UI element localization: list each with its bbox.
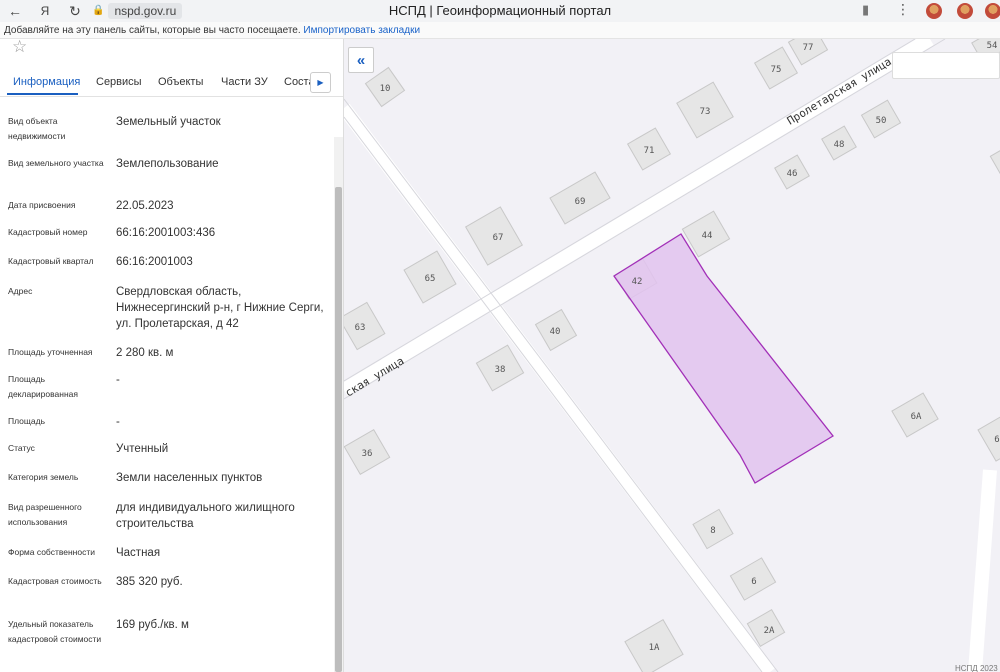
building-number: 38 — [495, 365, 506, 375]
building-number: 54 — [987, 41, 998, 51]
url-text[interactable]: nspd.gov.ru — [108, 2, 183, 19]
property-value: 169 руб./кв. м — [116, 619, 189, 631]
scrollbar-thumb[interactable] — [335, 187, 342, 672]
building-number: 75 — [771, 65, 782, 75]
address-bar[interactable]: 🔒 nspd.gov.ru — [92, 1, 872, 20]
building-number: 50 — [876, 116, 887, 126]
building-number: 6 — [994, 435, 999, 445]
property-value: 66:16:2001003 — [116, 256, 193, 268]
road-east — [968, 469, 997, 672]
building-number: 6А — [911, 412, 922, 422]
property-value: - — [116, 374, 120, 386]
property-label: Кадастровый квартал — [8, 256, 94, 266]
property-label: Форма собственности — [8, 547, 95, 557]
property-label: Удельный показатель кадастровой стоимост… — [8, 619, 102, 644]
extension-icon[interactable] — [926, 3, 942, 19]
building-number: 65 — [425, 274, 436, 284]
tab-objects[interactable]: Объекты — [158, 76, 203, 88]
building-number: 1А — [649, 643, 660, 653]
tab-bar: Информация Сервисы Объекты Части ЗУ Сост… — [0, 71, 343, 97]
active-tab-indicator — [7, 93, 78, 95]
map-canvas[interactable]: 10 77 75 73 54 50 48 71 46 69 67 44 65 4… — [344, 39, 1000, 672]
property-label: Площадь уточненная — [8, 347, 93, 357]
building-number: 6 — [751, 577, 756, 587]
building-number: 40 — [550, 327, 561, 337]
property-value: Земли населенных пунктов — [116, 472, 263, 484]
building-number: 36 — [362, 449, 373, 459]
caret-right-icon: ▶ — [317, 78, 324, 87]
building-number: 44 — [702, 231, 713, 241]
building-number: 69 — [575, 197, 586, 207]
property-value: - — [116, 416, 120, 428]
property-label: Кадастровая стоимость — [8, 576, 102, 586]
collapse-panel-button[interactable]: « — [348, 47, 374, 73]
property-value: 66:16:2001003:436 — [116, 227, 216, 239]
property-label: Вид объекта недвижимости — [8, 116, 66, 141]
tab-information[interactable]: Информация — [13, 76, 80, 88]
bookmarks-hint: Добавляйте на эту панель сайты, которые … — [4, 25, 301, 36]
building-icon[interactable] — [989, 145, 1000, 175]
info-panel: ☆ Информация Сервисы Объекты Части ЗУ Со… — [0, 39, 344, 672]
property-value: Частная — [116, 547, 161, 559]
cadastral-map[interactable]: 10 77 75 73 54 50 48 71 46 69 67 44 65 4… — [344, 39, 1000, 672]
building-number: 73 — [700, 107, 711, 117]
property-value: 2 280 кв. м — [116, 347, 174, 359]
roads — [344, 39, 997, 672]
property-value: 22.05.2023 — [116, 200, 174, 212]
property-label: Категория земель — [8, 472, 79, 482]
property-value: Свердловская область, Нижнесергинский р-… — [116, 286, 324, 330]
property-label: Статус — [8, 443, 35, 453]
property-value: Учтенный — [116, 443, 169, 455]
building-number: 67 — [493, 233, 504, 243]
property-value: для индивидуального жилищного строительс… — [116, 502, 295, 530]
extension-icon[interactable] — [985, 3, 1000, 19]
back-arrow-icon[interactable]: ← — [0, 0, 30, 22]
building-number: 63 — [355, 323, 366, 333]
building-number: 42 — [632, 277, 643, 287]
building-number: 46 — [787, 169, 798, 179]
tab-services[interactable]: Сервисы — [96, 76, 142, 88]
lock-icon: 🔒 — [92, 5, 105, 16]
property-label: Адрес — [8, 286, 33, 296]
property-label: Вид разрешенного использования — [8, 502, 82, 527]
building-number: 71 — [644, 146, 655, 156]
more-icon[interactable]: ⋮ — [896, 1, 910, 18]
building-number: 77 — [803, 43, 814, 53]
bookmarks-bar: Добавляйте на эту панель сайты, которые … — [0, 22, 1000, 39]
property-label: Площадь — [8, 416, 46, 426]
tab-parcel-parts[interactable]: Части ЗУ — [221, 76, 268, 88]
double-chevron-left-icon: « — [356, 51, 366, 69]
reload-icon[interactable]: ↻ — [60, 0, 90, 22]
property-label: Кадастровый номер — [8, 227, 88, 237]
building-number: 2А — [764, 626, 775, 636]
extension-icon[interactable] — [957, 3, 973, 19]
bookmark-icon[interactable]: ▮ — [862, 2, 869, 18]
building-number: 48 — [834, 140, 845, 150]
property-value: Землепользование — [116, 158, 219, 170]
property-label: Вид земельного участка — [8, 158, 104, 168]
selected-parcel[interactable] — [613, 233, 834, 484]
star-icon[interactable]: ☆ — [12, 39, 27, 57]
map-copyright: НСПД 2023 — [955, 664, 998, 672]
property-value: 385 320 руб. — [116, 576, 183, 588]
panel-scrollbar[interactable] — [334, 137, 343, 672]
yandex-icon[interactable]: Я — [30, 0, 60, 22]
property-value: Земельный участок — [116, 116, 221, 128]
property-label: Дата присвоения — [8, 200, 76, 210]
import-bookmarks-link[interactable]: Импортировать закладки — [303, 25, 420, 36]
building-number: 8 — [710, 526, 715, 536]
property-label: Площадь декларированная — [8, 374, 78, 399]
tabs-next-button[interactable]: ▶ — [310, 72, 331, 93]
map-control-box[interactable] — [892, 52, 1000, 79]
building-number: 10 — [380, 84, 391, 94]
